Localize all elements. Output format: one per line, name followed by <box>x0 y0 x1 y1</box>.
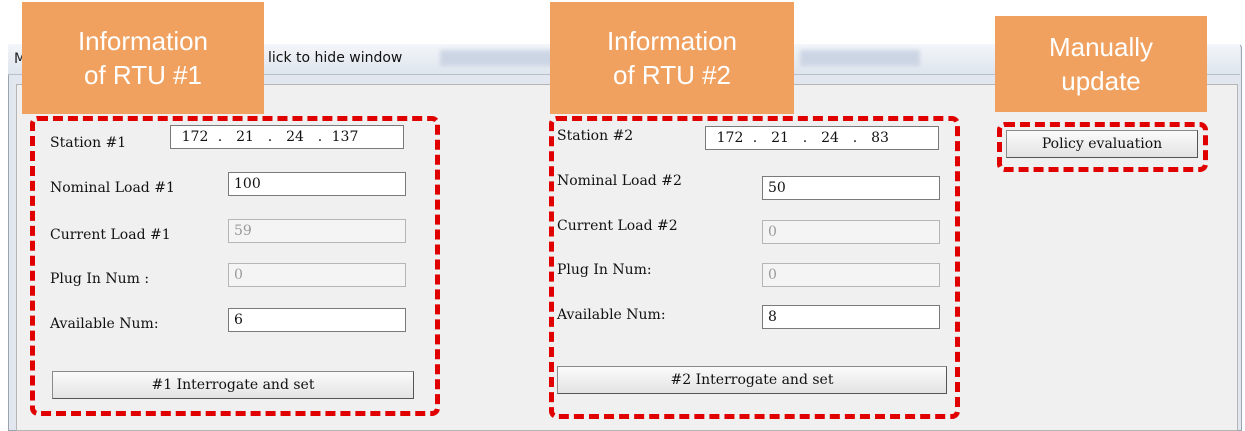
ip-dot: . <box>852 130 858 146</box>
current-load-1-field: 59 <box>228 219 406 243</box>
callout-line: of RTU #2 <box>612 60 731 90</box>
callout-line: Manually <box>1048 32 1154 62</box>
current-load-2-label: Current Load #2 <box>557 218 678 234</box>
ip-dot: . <box>752 130 758 146</box>
station-2-label: Station #2 <box>557 128 634 144</box>
station-1-label: Station #1 <box>50 135 127 151</box>
callout-manual-update: Manually update <box>995 16 1207 112</box>
nominal-load-2-input[interactable]: 50 <box>762 176 940 200</box>
current-load-1-label: Current Load #1 <box>50 227 171 243</box>
ip-octet: 24 <box>821 130 839 146</box>
callout-line: update <box>1061 66 1141 96</box>
ip-octet: 21 <box>771 130 789 146</box>
interrogate-and-set-1-button[interactable]: #1 Interrogate and set <box>52 371 414 399</box>
policy-evaluation-button[interactable]: Policy evaluation <box>1006 130 1198 158</box>
callout-line: Information <box>606 26 738 56</box>
callout-line: of RTU #1 <box>83 60 202 90</box>
plug-in-num-1-label: Plug In Num : <box>50 271 150 287</box>
ip-octet: 137 <box>331 129 359 145</box>
ip-octet: 83 <box>871 130 889 146</box>
nominal-load-1-input[interactable]: 100 <box>228 172 406 196</box>
ip-octet: 21 <box>236 129 254 145</box>
ip-octet: 172 <box>716 130 744 146</box>
current-load-2-field: 0 <box>762 220 940 244</box>
available-num-2-input[interactable]: 8 <box>762 305 940 329</box>
ip-dot: . <box>802 130 808 146</box>
ip-octet: 24 <box>286 129 304 145</box>
blurred-title-region <box>800 50 920 66</box>
callout-line: Information <box>77 26 209 56</box>
window-title[interactable]: lick to hide window <box>268 50 402 66</box>
ip-dot: . <box>267 129 273 145</box>
interrogate-and-set-2-button[interactable]: #2 Interrogate and set <box>557 366 947 394</box>
available-num-2-label: Available Num: <box>557 307 666 323</box>
ip-dot: . <box>217 129 223 145</box>
plug-in-num-1-field: 0 <box>228 263 406 287</box>
plug-in-num-2-field: 0 <box>762 263 940 287</box>
ip-dot: . <box>317 129 323 145</box>
callout-rtu-1: Information of RTU #1 <box>22 2 264 114</box>
available-num-1-input[interactable]: 6 <box>228 308 406 332</box>
nominal-load-1-label: Nominal Load #1 <box>50 180 175 196</box>
callout-rtu-2: Information of RTU #2 <box>550 2 794 114</box>
station-2-ip-field[interactable]: 172 . 21 . 24 . 83 <box>705 126 939 150</box>
plug-in-num-2-label: Plug In Num: <box>557 262 652 278</box>
station-1-ip-field[interactable]: 172 . 21 . 24 . 137 <box>170 125 404 149</box>
available-num-1-label: Available Num: <box>50 316 159 332</box>
nominal-load-2-label: Nominal Load #2 <box>557 173 682 189</box>
ip-octet: 172 <box>181 129 209 145</box>
